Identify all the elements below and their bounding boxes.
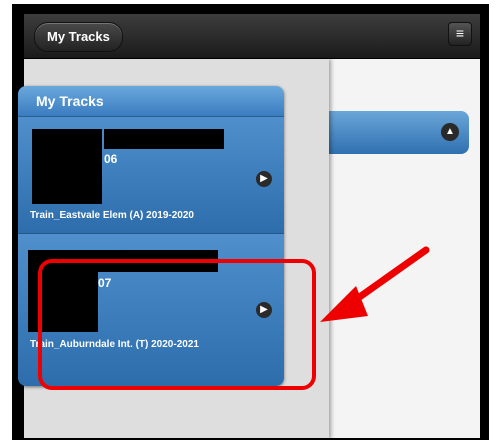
my-tracks-button[interactable]: My Tracks xyxy=(34,22,123,52)
collapsed-section-bar[interactable]: ▲ xyxy=(324,111,469,154)
track-item[interactable]: 06 ▶ Train_Eastvale Elem (A) 2019-2020 xyxy=(18,117,284,234)
chevron-up-icon[interactable]: ▲ xyxy=(441,123,459,141)
red-arrow-annotation xyxy=(320,246,430,322)
track-id-suffix: 06 xyxy=(104,152,118,166)
top-bar: My Tracks ≡ xyxy=(24,14,480,59)
track-label: Train_Eastvale Elem (A) 2019-2020 xyxy=(30,210,194,221)
menu-icon[interactable]: ≡ xyxy=(448,22,472,46)
redacted-photo xyxy=(32,129,102,204)
highlight-box xyxy=(38,259,316,390)
redacted-name xyxy=(104,129,224,149)
list-header: My Tracks xyxy=(18,86,284,117)
chevron-right-icon[interactable]: ▶ xyxy=(256,171,272,187)
